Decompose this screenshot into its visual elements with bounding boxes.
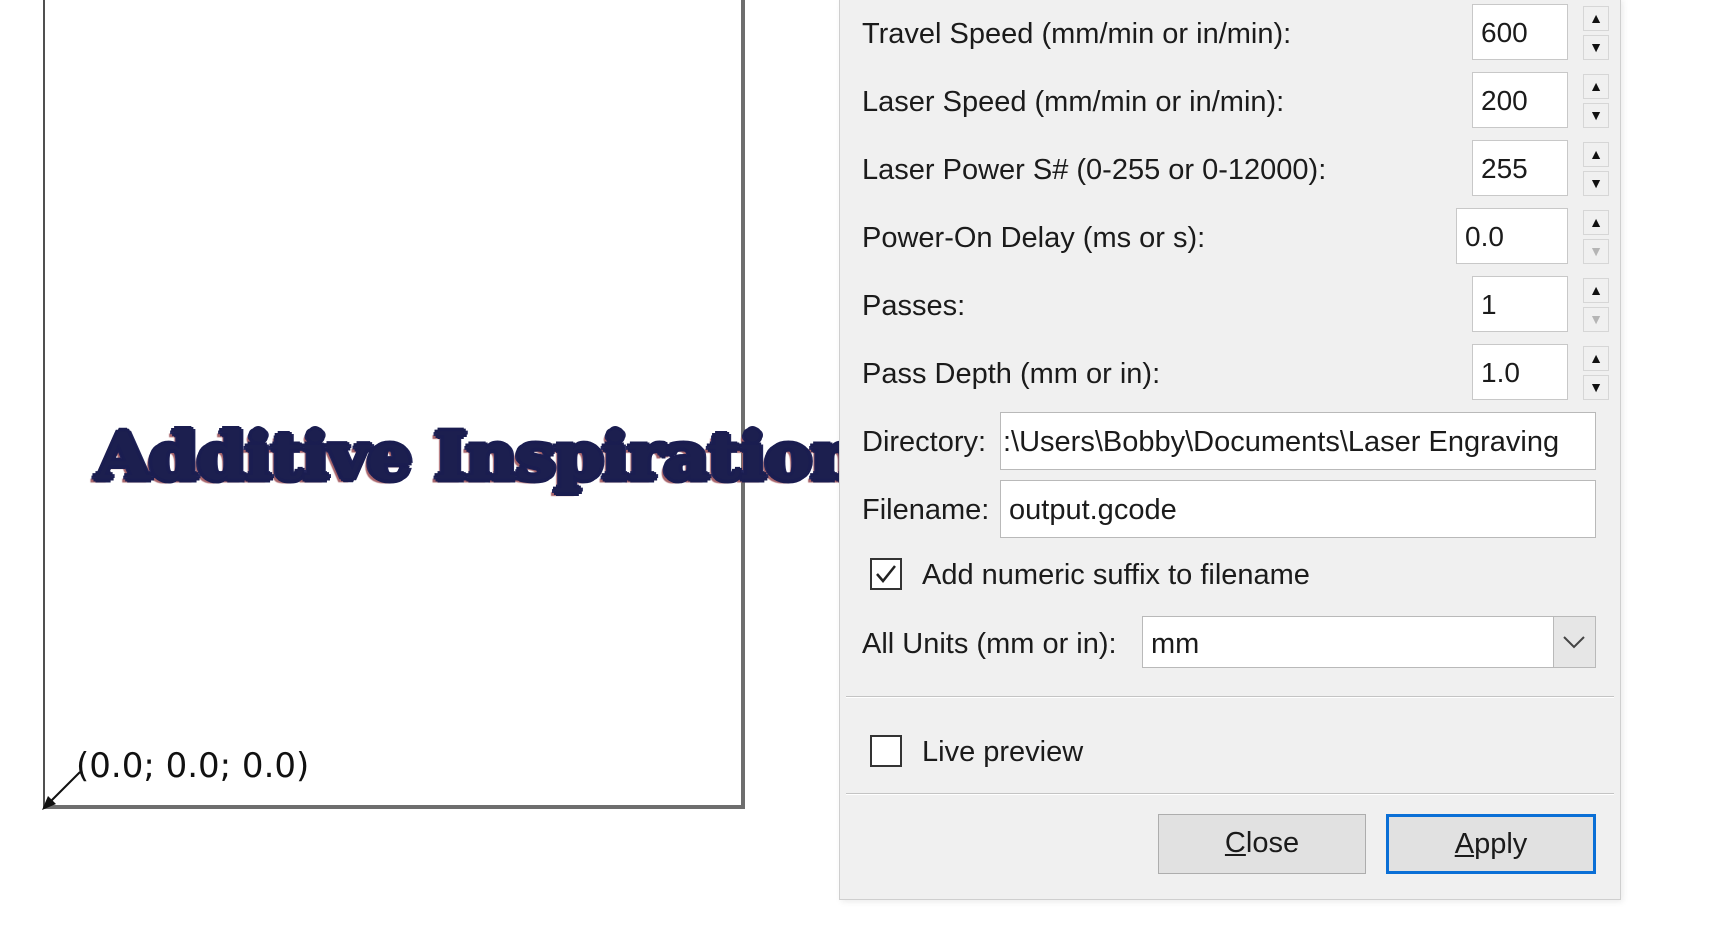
separator <box>846 793 1614 795</box>
units-select[interactable]: mm <box>1142 616 1596 668</box>
pass-depth-label: Pass Depth (mm or in): <box>862 358 1161 390</box>
travel-speed-row: Travel Speed (mm/min or in/min): 600 ▲ ▼ <box>840 4 1620 62</box>
filename-value: output.gcode <box>1009 494 1177 526</box>
passes-row: Passes: 1 ▲ ▼ <box>840 276 1620 334</box>
artwork-text: Additive Inspiration <box>96 418 862 495</box>
filename-row: Filename: output.gcode <box>840 480 1620 538</box>
up-arrow-icon[interactable]: ▲ <box>1583 210 1609 235</box>
laser-speed-label: Laser Speed (mm/min or in/min): <box>862 86 1285 118</box>
passes-input[interactable]: 1 ▲ ▼ <box>1472 276 1609 332</box>
up-arrow-icon[interactable]: ▲ <box>1583 346 1609 371</box>
units-label: All Units (mm or in): <box>862 628 1117 660</box>
travel-speed-input[interactable]: 600 ▲ ▼ <box>1472 4 1609 60</box>
up-arrow-icon[interactable]: ▲ <box>1583 74 1609 99</box>
units-value: mm <box>1151 628 1200 660</box>
down-arrow-icon[interactable]: ▼ <box>1583 307 1609 332</box>
numeric-suffix-label[interactable]: Add numeric suffix to filename <box>922 559 1310 592</box>
pass-depth-input[interactable]: 1.0 ▲ ▼ <box>1472 344 1609 400</box>
up-arrow-icon[interactable]: ▲ <box>1583 142 1609 167</box>
filename-label: Filename: <box>862 494 990 526</box>
separator <box>846 696 1614 698</box>
filename-input[interactable]: output.gcode <box>1000 480 1596 538</box>
laser-power-label: Laser Power S# (0-255 or 0-12000): <box>862 154 1327 186</box>
down-arrow-icon[interactable]: ▼ <box>1583 103 1609 128</box>
live-preview-checkbox[interactable] <box>870 735 902 767</box>
passes-label: Passes: <box>862 290 966 322</box>
document-canvas[interactable]: Additive Inspiration (0.0; 0.0; 0.0) <box>0 0 862 947</box>
laser-speed-input[interactable]: 200 ▲ ▼ <box>1472 72 1609 128</box>
power-on-delay-input[interactable]: 0.0 ▲ ▼ <box>1456 208 1609 264</box>
laser-power-input[interactable]: 255 ▲ ▼ <box>1472 140 1609 196</box>
up-arrow-icon[interactable]: ▲ <box>1583 6 1609 31</box>
travel-speed-label: Travel Speed (mm/min or in/min): <box>862 18 1292 50</box>
units-row: All Units (mm or in): mm <box>840 614 1620 672</box>
laser-speed-row: Laser Speed (mm/min or in/min): 200 ▲ ▼ <box>840 72 1620 130</box>
laser-power-value: 255 <box>1481 153 1528 184</box>
power-on-delay-value: 0.0 <box>1465 221 1504 252</box>
gcode-output-dialog: Travel Speed (mm/min or in/min): 600 ▲ ▼… <box>839 0 1621 900</box>
up-arrow-icon[interactable]: ▲ <box>1583 278 1609 303</box>
down-arrow-icon[interactable]: ▼ <box>1583 239 1609 264</box>
down-arrow-icon[interactable]: ▼ <box>1583 171 1609 196</box>
chevron-down-icon[interactable] <box>1553 617 1595 667</box>
power-on-delay-label: Power-On Delay (ms or s): <box>862 222 1206 254</box>
page-border <box>43 0 745 809</box>
travel-speed-value: 600 <box>1481 17 1528 48</box>
passes-value: 1 <box>1481 289 1497 320</box>
directory-input[interactable]: :\Users\Bobby\Documents\Laser Engraving <box>1000 412 1596 470</box>
laser-power-row: Laser Power S# (0-255 or 0-12000): 255 ▲… <box>840 140 1620 198</box>
apply-button[interactable]: Apply <box>1386 814 1596 874</box>
pass-depth-row: Pass Depth (mm or in): 1.0 ▲ ▼ <box>840 344 1620 402</box>
numeric-suffix-checkbox[interactable] <box>870 558 902 590</box>
close-button[interactable]: Close <box>1158 814 1366 874</box>
down-arrow-icon[interactable]: ▼ <box>1583 375 1609 400</box>
pass-depth-value: 1.0 <box>1481 357 1520 388</box>
power-on-delay-row: Power-On Delay (ms or s): 0.0 ▲ ▼ <box>840 208 1620 266</box>
live-preview-label[interactable]: Live preview <box>922 736 1083 769</box>
origin-coordinates: (0.0; 0.0; 0.0) <box>76 746 310 786</box>
directory-label: Directory: <box>862 426 987 458</box>
down-arrow-icon[interactable]: ▼ <box>1583 35 1609 60</box>
laser-speed-value: 200 <box>1481 85 1528 116</box>
directory-row: Directory: :\Users\Bobby\Documents\Laser… <box>840 412 1620 470</box>
checkmark-icon <box>876 565 896 583</box>
directory-value: :\Users\Bobby\Documents\Laser Engraving <box>1003 426 1560 458</box>
